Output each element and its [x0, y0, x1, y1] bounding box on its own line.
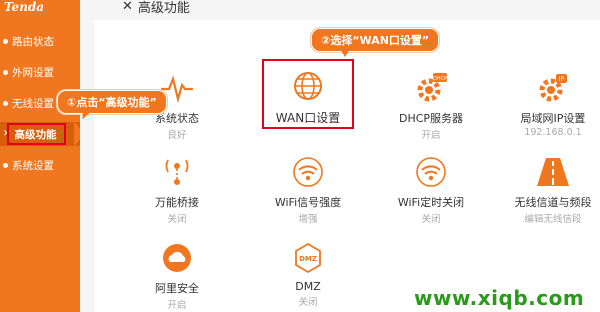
tile-ali-security[interactable]: 阿里安全 开启 [127, 238, 227, 311]
tile-wireless-channel[interactable]: 无线信道与频段 编辑无线信段 [503, 152, 600, 225]
tile-status: 良好 [167, 130, 187, 141]
svg-text:IP: IP [559, 76, 565, 83]
highlight-box-wan [262, 59, 354, 129]
callout-step1: ①点击“高级功能” [56, 89, 168, 115]
tile-label: 阿里安全 [155, 282, 199, 295]
tile-status: 192.168.0.1 [524, 127, 582, 138]
lan-ip-icon: IP [503, 68, 600, 108]
tile-universal-bridge[interactable]: 万能桥接 关闭 [127, 152, 227, 225]
tile-status: 关闭 [421, 214, 441, 225]
tile-status: 增强 [298, 214, 318, 225]
page-title-text: 高级功能 [137, 1, 190, 16]
sidebar-item-wan-settings[interactable]: 外网设置 [0, 60, 80, 84]
bullet-icon [3, 162, 8, 168]
svg-text:DMZ: DMZ [299, 255, 317, 263]
tile-dhcp-server[interactable]: DHCP DHCP服务器 开启 [381, 68, 481, 141]
tools-icon: ✕ [122, 0, 133, 14]
bridge-icon [127, 152, 227, 192]
tile-label: DHCP服务器 [398, 112, 464, 125]
tile-label: 万能桥接 [155, 196, 199, 209]
page-title: ✕ 高级功能 [122, 0, 190, 16]
sidebar: Tenda 路由状态 外网设置 无线设置 ✕ 高级功能 系统设置 [0, 0, 80, 312]
bullet-icon [3, 100, 8, 106]
tile-wifi-strength[interactable]: WiFi信号强度 增强 [258, 152, 358, 225]
tile-status: 关闭 [298, 297, 318, 308]
tile-label: WiFi定时关闭 [397, 196, 465, 209]
wifi-strength-icon [258, 152, 358, 192]
tile-label: DMZ [295, 280, 321, 293]
bullet-icon [3, 38, 8, 44]
sidebar-item-router-status[interactable]: 路由状态 [0, 29, 80, 53]
tile-status: 编辑无线信段 [524, 214, 582, 225]
svg-text:DHCP: DHCP [433, 76, 447, 82]
callout-step2-tail [340, 49, 350, 57]
tile-lan-ip[interactable]: IP 局域网IP设置 192.168.0.1 [503, 68, 600, 138]
dmz-icon: DMZ [258, 238, 358, 278]
tile-label: 局域网IP设置 [520, 112, 586, 125]
tile-status: 关闭 [167, 214, 187, 225]
callout-step2: ②选择“WAN口设置” [310, 27, 441, 53]
bullet-icon [3, 69, 8, 75]
highlight-box-advanced [7, 123, 66, 145]
tenda-logo: Tenda [4, 0, 45, 14]
sidebar-item-label: 系统设置 [12, 159, 54, 172]
tile-status: 开启 [421, 130, 441, 141]
sidebar-item-label: 路由状态 [12, 35, 54, 48]
dhcp-gear-icon: DHCP [381, 68, 481, 108]
sidebar-item-system[interactable]: 系统设置 [0, 153, 80, 177]
watermark: www.xiqb.com [414, 286, 585, 310]
sidebar-item-label: 无线设置 [12, 97, 54, 110]
tile-status: 开启 [167, 300, 187, 311]
tile-label: 无线信道与频段 [514, 196, 592, 209]
tile-label: WiFi信号强度 [274, 196, 342, 209]
channel-road-icon [503, 152, 600, 192]
tile-wifi-timer[interactable]: WiFi定时关闭 关闭 [381, 152, 481, 225]
wifi-timer-icon [381, 152, 481, 192]
sidebar-item-label: 外网设置 [12, 66, 54, 79]
tile-dmz[interactable]: DMZ DMZ 关闭 [258, 238, 358, 308]
cloud-shield-icon [127, 238, 227, 278]
